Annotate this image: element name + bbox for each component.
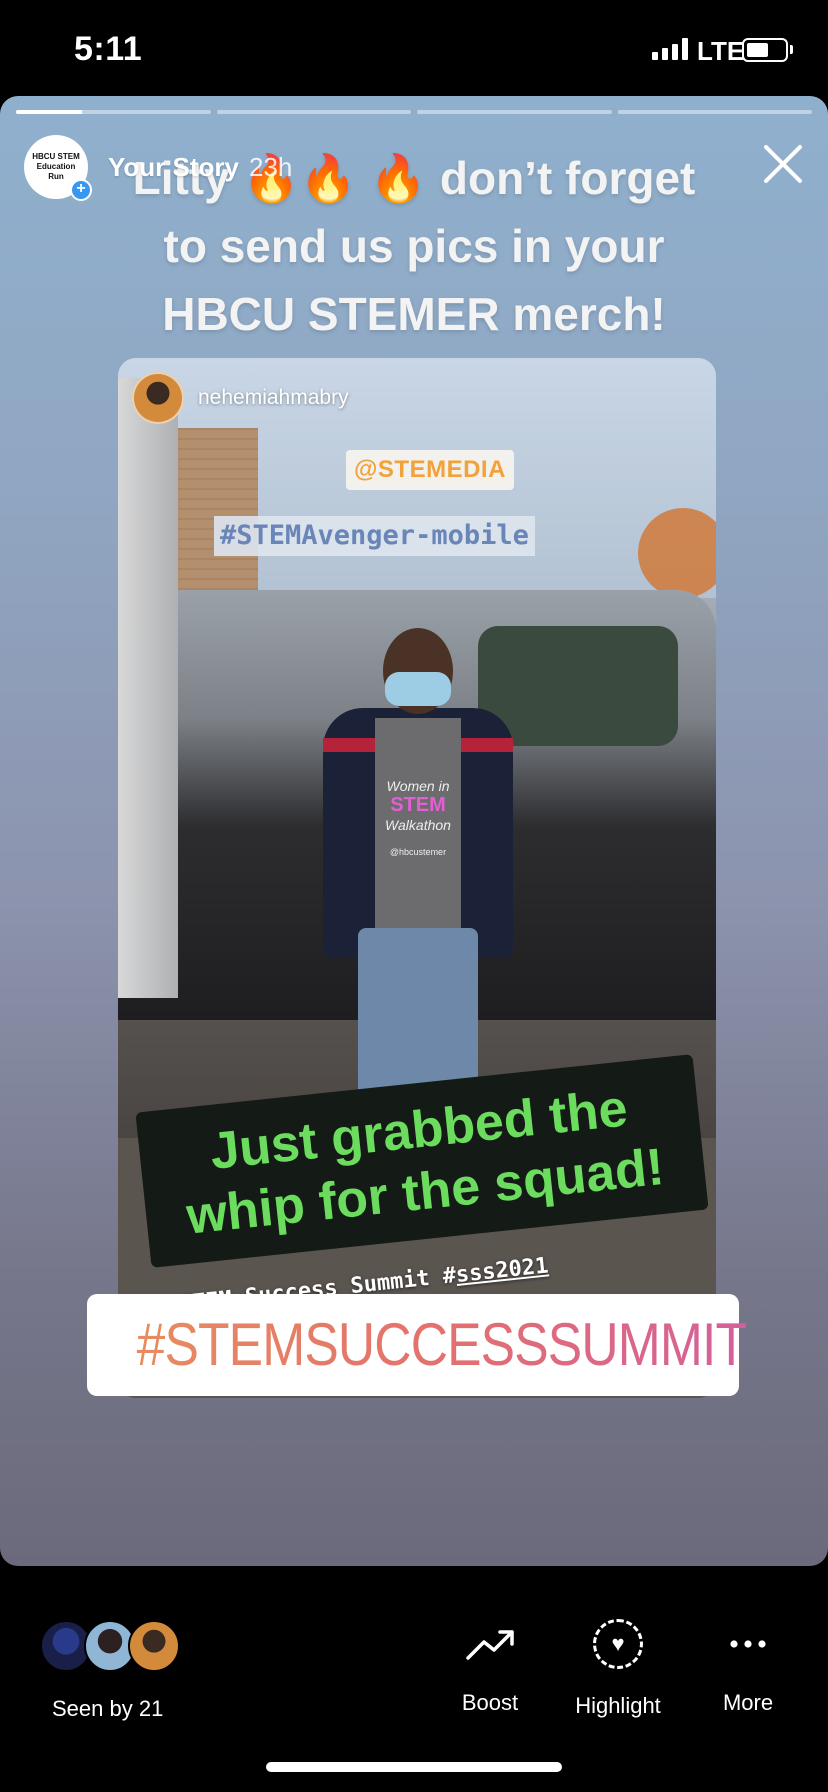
- caption-line-2: to send us pics in your: [163, 220, 665, 272]
- caption-line-3: HBCU STEMER merch!: [162, 288, 666, 340]
- post-photo-van-door: [118, 378, 178, 998]
- mention-sticker[interactable]: @STEMEDIA: [346, 450, 514, 490]
- battery-level: [747, 43, 768, 57]
- avatar-logo-text: HBCU STEM Education Run: [32, 152, 80, 181]
- hashtag-sticker[interactable]: #STEMAvenger-mobile: [214, 516, 535, 556]
- progress-segment: [216, 110, 411, 114]
- story-timestamp: 23h: [248, 151, 293, 182]
- more-label: More: [722, 1690, 774, 1715]
- post-header[interactable]: nehemiahmabry: [132, 372, 349, 424]
- close-icon[interactable]: [760, 140, 806, 186]
- home-indicator[interactable]: [266, 1762, 562, 1772]
- person-mask: [385, 672, 451, 706]
- battery-icon: [742, 38, 788, 62]
- reshared-post[interactable]: Women in STEM Walkathon @hbcustemer nehe…: [118, 358, 716, 1398]
- progress-segment: [16, 110, 211, 114]
- shirt-line-1: Women in: [386, 778, 450, 794]
- shirt-print: Women in STEM Walkathon @hbcustemer: [377, 778, 459, 857]
- summit-hashtag-text: #STEMSUCCESSSUMMIT: [137, 1294, 747, 1396]
- progress-segment: [617, 110, 812, 114]
- highlight-label: Highlight: [575, 1693, 661, 1718]
- post-avatar[interactable]: [132, 372, 184, 424]
- network-label: LTE: [697, 36, 745, 66]
- post-username[interactable]: nehemiahmabry: [198, 386, 349, 410]
- trending-up-icon: [462, 1616, 518, 1672]
- story-header[interactable]: HBCU STEM Education Run + Your Story 23h: [24, 132, 292, 202]
- battery-nub: [790, 45, 793, 54]
- highlight-icon: ♥: [590, 1619, 646, 1675]
- more-dots-icon: [720, 1616, 776, 1672]
- more-button[interactable]: More: [688, 1616, 808, 1716]
- seen-by-label[interactable]: Seen by 21: [52, 1696, 163, 1722]
- shirt-line-3: Walkathon: [385, 817, 451, 833]
- story-avatar[interactable]: HBCU STEM Education Run +: [24, 135, 92, 201]
- status-bar: 5:11 LTE: [0, 0, 828, 96]
- story-username[interactable]: Your Story: [108, 152, 239, 183]
- highlight-button[interactable]: ♥ Highlight: [558, 1616, 678, 1719]
- shirt-line-2: STEM: [390, 794, 446, 816]
- seen-by-avatars[interactable]: [40, 1620, 180, 1672]
- story-progress: [16, 110, 812, 114]
- progress-segment: [417, 110, 612, 114]
- heart-icon: ♥: [611, 1631, 625, 1656]
- signal-icon: [652, 38, 688, 60]
- highlight-ring: ♥: [593, 1619, 643, 1669]
- add-story-plus-icon[interactable]: +: [70, 179, 92, 201]
- progress-fill: [16, 110, 83, 114]
- story-bottom-bar: Seen by 21 Boost ♥ Highlight More: [0, 1566, 828, 1792]
- summit-hashtag-sticker[interactable]: #STEMSUCCESSSUMMIT: [87, 1294, 747, 1396]
- viewer-avatar: [128, 1620, 180, 1672]
- boost-button[interactable]: Boost: [430, 1616, 550, 1716]
- status-time: 5:11: [74, 30, 143, 68]
- boost-label: Boost: [461, 1690, 519, 1715]
- shirt-handle: @hbcustemer: [389, 847, 447, 857]
